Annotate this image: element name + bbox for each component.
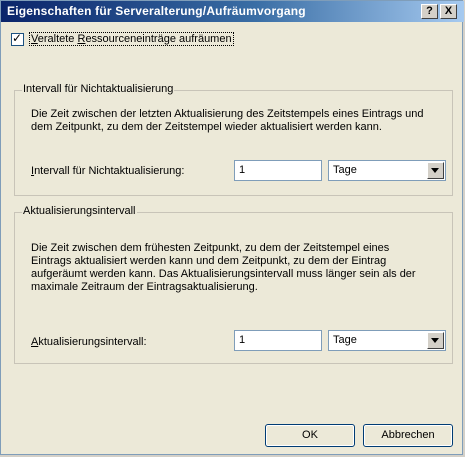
refresh-interval-group: Aktualisierungsintervall Die Zeit zwisch…	[14, 205, 453, 364]
refresh-interval-input[interactable]: 1	[234, 330, 322, 351]
no-refresh-interval-input[interactable]: 1	[234, 160, 322, 181]
cancel-button[interactable]: Abbrechen	[363, 424, 453, 447]
ok-button[interactable]: OK	[265, 424, 355, 447]
scavenge-checkbox-label[interactable]: Veraltete Ressourceneinträge aufräumen	[29, 32, 234, 46]
label-text: eraltete	[37, 33, 78, 45]
properties-dialog: Eigenschaften für Serveralterung/Aufräum…	[0, 0, 464, 455]
selected-unit: Tage	[333, 164, 357, 176]
refresh-unit-select[interactable]: Tage	[328, 330, 446, 351]
label-text: ktualisierungsintervall:	[38, 336, 147, 348]
label-text-2: essourceneinträge aufräumen	[85, 33, 232, 45]
no-refresh-interval-group: Intervall für Nichtaktualisierung Die Ze…	[14, 83, 453, 196]
check-mark-icon: ✓	[12, 30, 23, 45]
chevron-down-icon[interactable]	[427, 332, 444, 349]
selected-unit: Tage	[333, 334, 357, 346]
label-text: ntervall für Nichtaktualisierung:	[34, 165, 185, 177]
title-bar[interactable]: Eigenschaften für Serveralterung/Aufräum…	[1, 1, 464, 22]
scavenge-checkbox[interactable]: ✓	[11, 30, 24, 46]
scavenge-checkbox-row[interactable]: ✓ Veraltete Ressourceneinträge aufräumen	[11, 30, 234, 47]
group-description: Die Zeit zwischen der letzten Aktualisie…	[31, 108, 424, 133]
refresh-interval-label: Aktualisierungsintervall:	[31, 336, 147, 348]
label-accelerator: V	[31, 33, 38, 45]
window-title: Eigenschaften für Serveralterung/Aufräum…	[7, 4, 306, 18]
close-button[interactable]: X	[440, 4, 457, 19]
no-refresh-unit-select[interactable]: Tage	[328, 160, 446, 181]
help-button[interactable]: ?	[421, 4, 438, 19]
group-title: Aktualisierungsintervall	[22, 205, 137, 217]
no-refresh-interval-label: Intervall für Nichtaktualisierung:	[31, 165, 184, 177]
group-title: Intervall für Nichtaktualisierung	[22, 83, 175, 95]
group-description: Die Zeit zwischen dem frühesten Zeitpunk…	[31, 242, 416, 293]
chevron-down-icon[interactable]	[427, 162, 444, 179]
